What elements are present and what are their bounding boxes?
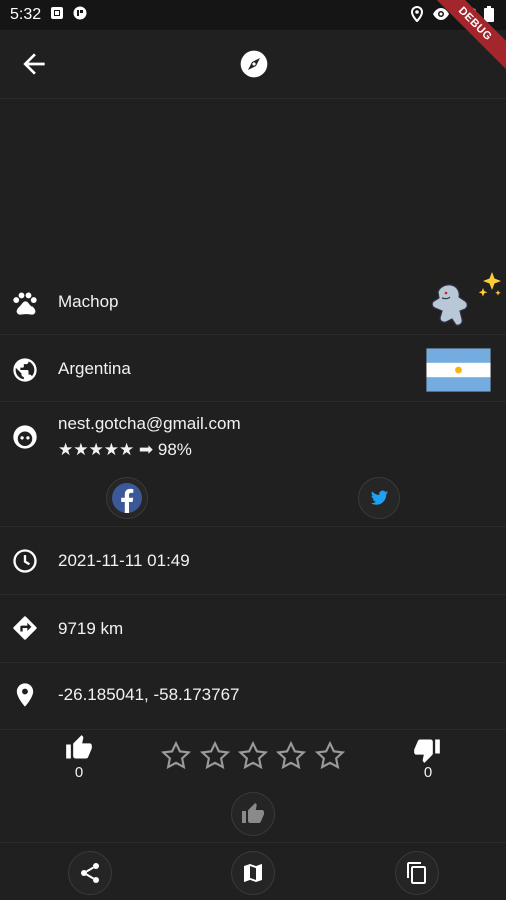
trainer-reputation: ★★★★★ ➡ 98%	[58, 440, 192, 459]
globe-icon	[11, 356, 39, 384]
rating-star-5[interactable]	[314, 740, 346, 772]
divider	[0, 842, 506, 843]
pokemon-name: Machop	[58, 292, 119, 311]
directions-icon	[11, 614, 39, 642]
star-outline-icon	[275, 740, 307, 770]
divider	[0, 729, 506, 730]
rating-star-4[interactable]	[275, 740, 307, 772]
pokemon-row: Machop	[0, 268, 506, 334]
vote-button[interactable]	[231, 792, 275, 836]
arrow-back-icon	[23, 53, 45, 75]
dislikes-count: 0	[423, 764, 433, 781]
compass-icon	[240, 50, 268, 78]
clock-icon	[11, 547, 39, 575]
star-outline-icon	[199, 740, 231, 770]
likes-count: 0	[74, 764, 84, 781]
trainer-row: nest.gotcha@gmail.com ★★★★★ ➡ 98%	[0, 402, 506, 526]
copy-button[interactable]	[395, 851, 439, 895]
divider	[0, 98, 506, 99]
distance-row: 9719 km	[0, 595, 506, 662]
star-outline-icon	[237, 740, 269, 770]
distance-value: 9719 km	[58, 619, 124, 638]
rating-star-2[interactable]	[199, 740, 231, 772]
copy-icon	[407, 862, 426, 884]
sparkles-icon	[478, 270, 504, 300]
dislike-button[interactable]	[412, 736, 444, 766]
paw-icon	[11, 289, 39, 317]
facebook-button[interactable]	[106, 477, 148, 519]
thumbs-up-icon	[66, 735, 92, 759]
sighting-datetime: 2021-11-11 01:49	[58, 551, 190, 570]
argentina-flag	[425, 347, 492, 393]
twitter-icon	[370, 490, 388, 505]
status-bar: 5:32 DEBUG	[0, 0, 506, 78]
back-button[interactable]	[18, 48, 50, 80]
country-name: Argentina	[58, 359, 131, 378]
rating-star-1[interactable]	[160, 740, 192, 772]
twitter-button[interactable]	[358, 477, 400, 519]
location-status-icon	[410, 6, 424, 22]
notification-icon	[50, 6, 64, 25]
datetime-row: 2021-11-11 01:49	[0, 527, 506, 594]
thumbs-up-icon	[242, 803, 264, 823]
country-row: Argentina	[0, 335, 506, 401]
app-bar	[0, 30, 506, 94]
compass-button[interactable]	[238, 48, 270, 80]
location-pin-icon	[11, 681, 39, 709]
like-button[interactable]	[64, 734, 96, 764]
rating-star-3[interactable]	[237, 740, 269, 772]
trainer-email: nest.gotcha@gmail.com	[58, 414, 241, 433]
share-button[interactable]	[68, 851, 112, 895]
thumbs-down-icon	[414, 739, 440, 763]
app-notification-icon	[73, 6, 87, 25]
status-time: 5:32	[10, 6, 42, 23]
star-outline-icon	[160, 740, 192, 770]
map-icon	[244, 864, 262, 882]
face-icon	[11, 423, 39, 451]
share-icon	[81, 863, 99, 883]
coordinates-value: -26.185041, -58.173767	[58, 685, 240, 704]
map-button[interactable]	[231, 851, 275, 895]
pokemon-sprite	[424, 276, 484, 334]
coordinates-row: -26.185041, -58.173767	[0, 663, 506, 729]
facebook-icon	[112, 483, 142, 513]
star-outline-icon	[314, 740, 346, 770]
